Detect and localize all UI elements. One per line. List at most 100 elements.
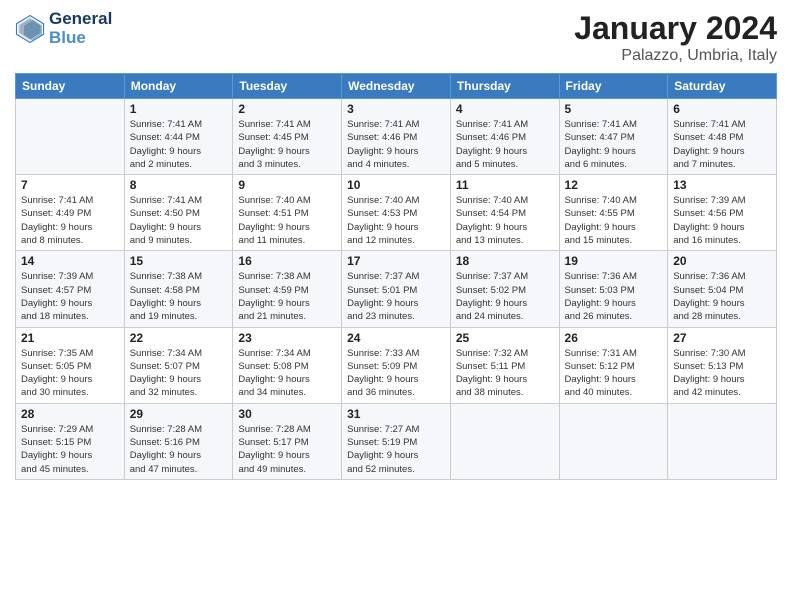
calendar-cell (668, 403, 777, 479)
logo-icon (15, 14, 45, 44)
calendar-cell: 2 Sunrise: 7:41 AMSunset: 4:45 PMDaylight… (233, 99, 342, 175)
week-row-2: 7 Sunrise: 7:41 AMSunset: 4:49 PMDaylight… (16, 175, 777, 251)
calendar-cell: 4 Sunrise: 7:41 AMSunset: 4:46 PMDaylight… (450, 99, 559, 175)
calendar-cell: 20 Sunrise: 7:36 AMSunset: 5:04 PMDayligh… (668, 251, 777, 327)
day-info: Sunrise: 7:41 AMSunset: 4:44 PMDaylight:… (130, 118, 228, 171)
day-number: 11 (456, 178, 554, 192)
calendar-cell: 7 Sunrise: 7:41 AMSunset: 4:49 PMDaylight… (16, 175, 125, 251)
day-info: Sunrise: 7:41 AMSunset: 4:45 PMDaylight:… (238, 118, 336, 171)
day-number: 24 (347, 331, 445, 345)
col-header-thursday: Thursday (450, 74, 559, 99)
day-number: 2 (238, 102, 336, 116)
calendar-cell (559, 403, 668, 479)
day-info: Sunrise: 7:39 AMSunset: 4:57 PMDaylight:… (21, 270, 119, 323)
calendar-cell: 14 Sunrise: 7:39 AMSunset: 4:57 PMDayligh… (16, 251, 125, 327)
day-number: 1 (130, 102, 228, 116)
day-info: Sunrise: 7:40 AMSunset: 4:55 PMDaylight:… (565, 194, 663, 247)
calendar-cell: 6Sunrise: 7:41 AMSunset: 4:48 PMDaylight… (668, 99, 777, 175)
week-row-1: 1 Sunrise: 7:41 AMSunset: 4:44 PMDaylight… (16, 99, 777, 175)
day-info: Sunrise: 7:38 AMSunset: 4:59 PMDaylight:… (238, 270, 336, 323)
day-number: 26 (565, 331, 663, 345)
day-number: 28 (21, 407, 119, 421)
day-info: Sunrise: 7:28 AMSunset: 5:17 PMDaylight:… (238, 423, 336, 476)
calendar-cell: 21Sunrise: 7:35 AMSunset: 5:05 PMDayligh… (16, 327, 125, 403)
day-number: 29 (130, 407, 228, 421)
calendar-cell: 23Sunrise: 7:34 AMSunset: 5:08 PMDayligh… (233, 327, 342, 403)
day-number: 9 (238, 178, 336, 192)
day-number: 13 (673, 178, 771, 192)
day-info: Sunrise: 7:38 AMSunset: 4:58 PMDaylight:… (130, 270, 228, 323)
calendar-cell: 22 Sunrise: 7:34 AMSunset: 5:07 PMDayligh… (124, 327, 233, 403)
header-row: SundayMondayTuesdayWednesdayThursdayFrid… (16, 74, 777, 99)
col-header-wednesday: Wednesday (342, 74, 451, 99)
calendar-cell: 12 Sunrise: 7:40 AMSunset: 4:55 PMDayligh… (559, 175, 668, 251)
day-number: 27 (673, 331, 771, 345)
day-info: Sunrise: 7:41 AMSunset: 4:48 PMDaylight:… (673, 118, 771, 171)
day-number: 5 (565, 102, 663, 116)
col-header-sunday: Sunday (16, 74, 125, 99)
day-number: 3 (347, 102, 445, 116)
day-number: 12 (565, 178, 663, 192)
day-number: 25 (456, 331, 554, 345)
page: General Blue January 2024 Palazzo, Umbri… (0, 0, 792, 612)
calendar-cell: 11 Sunrise: 7:40 AMSunset: 4:54 PMDayligh… (450, 175, 559, 251)
day-number: 14 (21, 254, 119, 268)
day-info: Sunrise: 7:39 AMSunset: 4:56 PMDaylight:… (673, 194, 771, 247)
day-info: Sunrise: 7:41 AMSunset: 4:47 PMDaylight:… (565, 118, 663, 171)
col-header-saturday: Saturday (668, 74, 777, 99)
calendar-cell: 9 Sunrise: 7:40 AMSunset: 4:51 PMDaylight… (233, 175, 342, 251)
day-info: Sunrise: 7:34 AMSunset: 5:07 PMDaylight:… (130, 347, 228, 400)
calendar-cell: 26Sunrise: 7:31 AMSunset: 5:12 PMDayligh… (559, 327, 668, 403)
day-info: Sunrise: 7:37 AMSunset: 5:01 PMDaylight:… (347, 270, 445, 323)
calendar-cell: 27 Sunrise: 7:30 AMSunset: 5:13 PMDayligh… (668, 327, 777, 403)
day-info: Sunrise: 7:36 AMSunset: 5:03 PMDaylight:… (565, 270, 663, 323)
logo: General Blue (15, 10, 112, 47)
day-info: Sunrise: 7:30 AMSunset: 5:13 PMDaylight:… (673, 347, 771, 400)
day-number: 30 (238, 407, 336, 421)
day-number: 10 (347, 178, 445, 192)
day-info: Sunrise: 7:34 AMSunset: 5:08 PMDaylight:… (238, 347, 336, 400)
day-number: 18 (456, 254, 554, 268)
day-number: 31 (347, 407, 445, 421)
day-info: Sunrise: 7:41 AMSunset: 4:49 PMDaylight:… (21, 194, 119, 247)
day-info: Sunrise: 7:27 AMSunset: 5:19 PMDaylight:… (347, 423, 445, 476)
calendar-cell: 8Sunrise: 7:41 AMSunset: 4:50 PMDaylight… (124, 175, 233, 251)
day-number: 16 (238, 254, 336, 268)
calendar-cell: 16 Sunrise: 7:38 AMSunset: 4:59 PMDayligh… (233, 251, 342, 327)
logo-text: General Blue (49, 10, 112, 47)
calendar-cell: 24Sunrise: 7:33 AMSunset: 5:09 PMDayligh… (342, 327, 451, 403)
day-info: Sunrise: 7:41 AMSunset: 4:50 PMDaylight:… (130, 194, 228, 247)
calendar-cell: 28Sunrise: 7:29 AMSunset: 5:15 PMDayligh… (16, 403, 125, 479)
day-number: 7 (21, 178, 119, 192)
calendar-cell: 1 Sunrise: 7:41 AMSunset: 4:44 PMDaylight… (124, 99, 233, 175)
day-number: 17 (347, 254, 445, 268)
day-info: Sunrise: 7:41 AMSunset: 4:46 PMDaylight:… (456, 118, 554, 171)
header: General Blue January 2024 Palazzo, Umbri… (15, 10, 777, 65)
subtitle: Palazzo, Umbria, Italy (574, 47, 777, 65)
calendar-cell: 19Sunrise: 7:36 AMSunset: 5:03 PMDayligh… (559, 251, 668, 327)
day-number: 4 (456, 102, 554, 116)
day-info: Sunrise: 7:41 AMSunset: 4:46 PMDaylight:… (347, 118, 445, 171)
col-header-monday: Monday (124, 74, 233, 99)
main-title: January 2024 (574, 10, 777, 47)
calendar-cell: 25Sunrise: 7:32 AMSunset: 5:11 PMDayligh… (450, 327, 559, 403)
calendar-cell: 29 Sunrise: 7:28 AMSunset: 5:16 PMDayligh… (124, 403, 233, 479)
col-header-friday: Friday (559, 74, 668, 99)
day-number: 20 (673, 254, 771, 268)
day-info: Sunrise: 7:40 AMSunset: 4:51 PMDaylight:… (238, 194, 336, 247)
calendar-cell: 31 Sunrise: 7:27 AMSunset: 5:19 PMDayligh… (342, 403, 451, 479)
day-number: 15 (130, 254, 228, 268)
calendar-table: SundayMondayTuesdayWednesdayThursdayFrid… (15, 73, 777, 480)
week-row-5: 28Sunrise: 7:29 AMSunset: 5:15 PMDayligh… (16, 403, 777, 479)
day-info: Sunrise: 7:28 AMSunset: 5:16 PMDaylight:… (130, 423, 228, 476)
day-number: 21 (21, 331, 119, 345)
day-number: 22 (130, 331, 228, 345)
col-header-tuesday: Tuesday (233, 74, 342, 99)
title-block: January 2024 Palazzo, Umbria, Italy (574, 10, 777, 65)
calendar-cell: 13 Sunrise: 7:39 AMSunset: 4:56 PMDayligh… (668, 175, 777, 251)
day-info: Sunrise: 7:40 AMSunset: 4:54 PMDaylight:… (456, 194, 554, 247)
calendar-cell: 10Sunrise: 7:40 AMSunset: 4:53 PMDayligh… (342, 175, 451, 251)
calendar-cell: 17 Sunrise: 7:37 AMSunset: 5:01 PMDayligh… (342, 251, 451, 327)
day-info: Sunrise: 7:37 AMSunset: 5:02 PMDaylight:… (456, 270, 554, 323)
day-info: Sunrise: 7:36 AMSunset: 5:04 PMDaylight:… (673, 270, 771, 323)
